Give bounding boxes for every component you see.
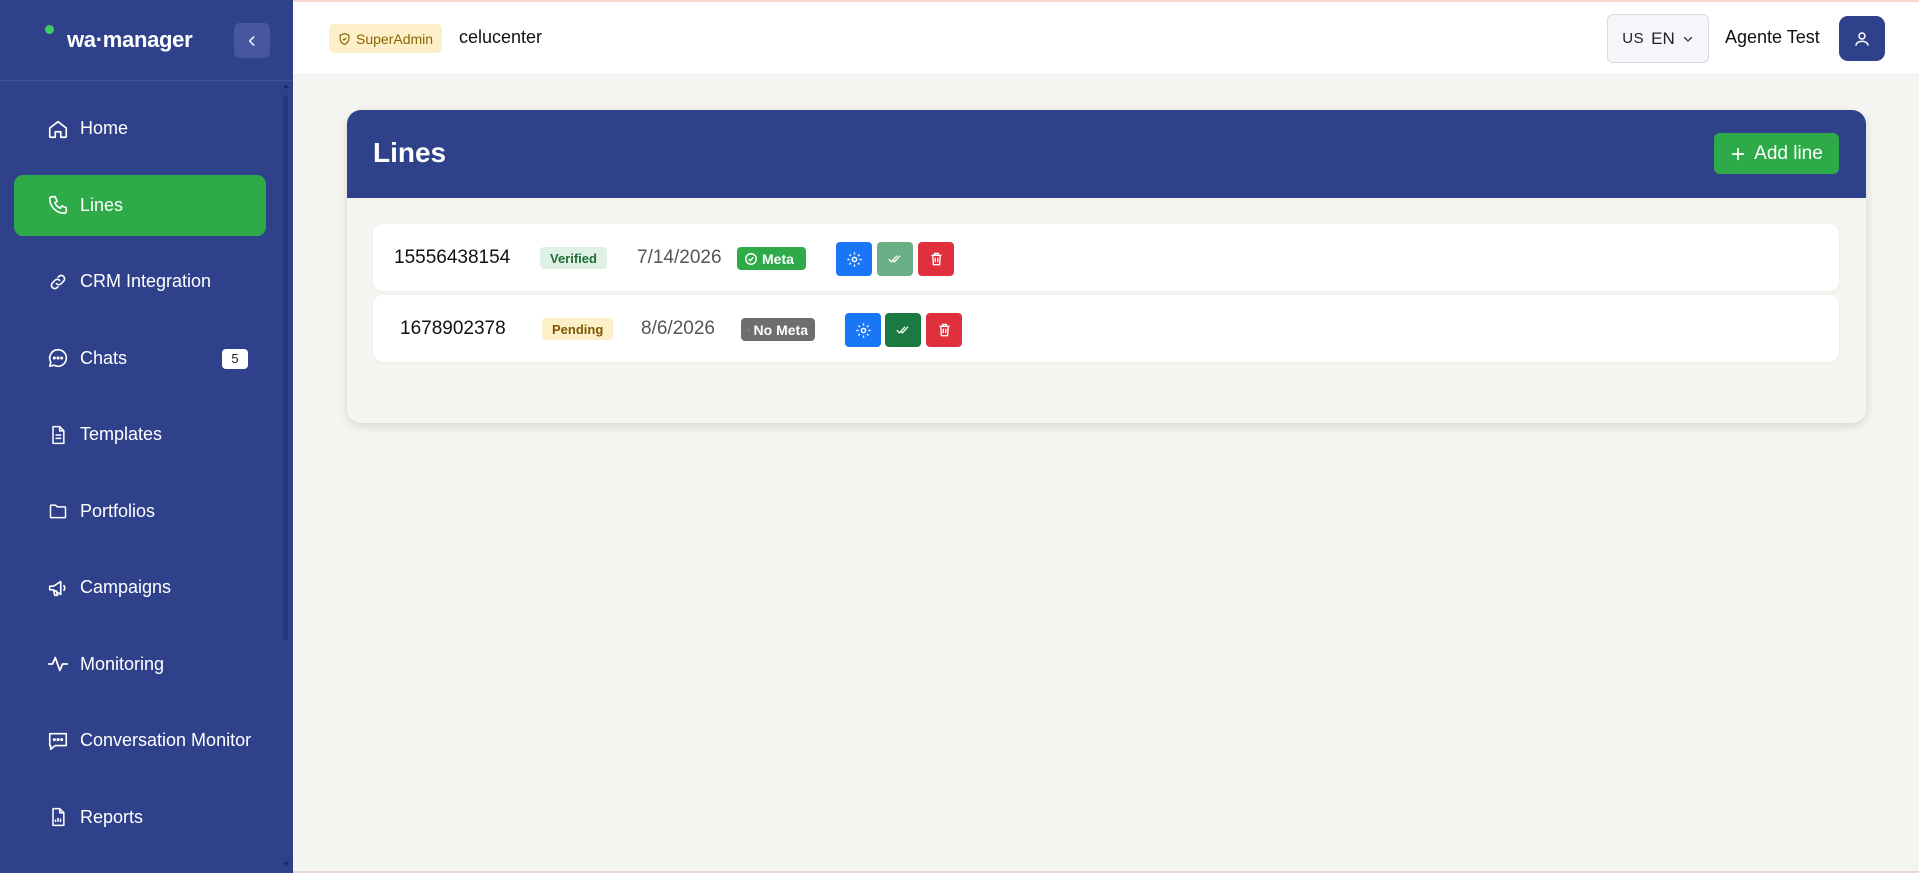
- sidebar-item-home[interactable]: Home: [14, 98, 266, 159]
- line-row: 1678902378 Pending 8/6/2026 No Meta: [373, 295, 1839, 362]
- sidebar-item-chats[interactable]: Chats 5: [14, 328, 266, 389]
- phone-icon: [46, 193, 70, 217]
- scroll-up-arrow[interactable]: [283, 84, 289, 88]
- sidebar-header: wa·manager: [0, 0, 293, 81]
- x-circle-icon: [748, 328, 750, 331]
- sidebar-item-label: Chats: [80, 347, 128, 368]
- role-badge: SuperAdmin: [329, 24, 443, 53]
- status-badge: Pending: [542, 318, 614, 340]
- provider-label: Meta: [762, 250, 794, 267]
- user-name: Agente Test: [1725, 27, 1820, 47]
- language-selector[interactable]: US EN: [1607, 14, 1709, 63]
- configure-line-button[interactable]: [836, 242, 872, 276]
- gear-icon: [855, 322, 871, 338]
- lines-card-header: Lines Add line: [347, 110, 1866, 198]
- sidebar-item-label: Reports: [80, 806, 144, 827]
- sidebar-item-campaigns[interactable]: Campaigns: [14, 557, 266, 618]
- sidebar-item-lines[interactable]: Lines: [14, 174, 266, 236]
- add-line-button[interactable]: Add line: [1714, 133, 1839, 174]
- provider-badge: Meta: [737, 247, 806, 270]
- folder-icon: [46, 499, 70, 523]
- sidebar-item-monitoring[interactable]: Monitoring: [14, 634, 266, 695]
- shield-icon: [339, 32, 350, 45]
- verify-line-button[interactable]: [877, 242, 913, 276]
- configure-line-button[interactable]: [845, 313, 881, 347]
- report-icon: [46, 805, 70, 829]
- scroll-down-arrow[interactable]: [283, 862, 289, 866]
- provider-badge: No Meta: [741, 318, 815, 341]
- chevron-down-icon: [1683, 36, 1692, 42]
- check-circle-icon: [745, 252, 757, 265]
- sidebar-item-label: Conversation Monitor: [80, 730, 252, 750]
- sidebar: wa·manager Home Lines CRM Integration Ch…: [0, 0, 293, 873]
- line-phone: 1678902378: [400, 318, 506, 339]
- user-icon: [1855, 31, 1869, 46]
- company-name: celucenter: [459, 27, 543, 47]
- sidebar-scrollbar[interactable]: [283, 95, 288, 640]
- delete-line-button[interactable]: [918, 242, 954, 276]
- sidebar-item-label: Monitoring: [80, 653, 165, 674]
- role-label: SuperAdmin: [356, 30, 434, 47]
- sidebar-item-label: Campaigns: [80, 577, 172, 597]
- logo-status-dot: [45, 25, 54, 34]
- plus-icon: [1731, 147, 1745, 160]
- collapse-sidebar-button[interactable]: [234, 23, 270, 58]
- gear-icon: [846, 251, 862, 267]
- sidebar-item-label: Templates: [80, 424, 163, 444]
- chevron-left-icon: [248, 35, 255, 46]
- top-header: SuperAdmin celucenter US EN Agente Test: [293, 2, 1919, 75]
- home-icon: [46, 117, 70, 141]
- line-date: 8/6/2026: [641, 318, 715, 339]
- trash-icon: [931, 252, 941, 266]
- sidebar-item-label: Home: [80, 118, 129, 138]
- double-check-icon: [896, 326, 909, 334]
- user-menu-button[interactable]: [1839, 16, 1885, 61]
- line-date: 7/14/2026: [637, 247, 722, 268]
- sidebar-item-crm-integration[interactable]: CRM Integration: [14, 251, 266, 312]
- delete-line-button[interactable]: [926, 313, 962, 347]
- sidebar-item-templates[interactable]: Templates: [14, 404, 266, 465]
- app-logo[interactable]: wa·manager: [67, 27, 193, 53]
- sidebar-item-label: Portfolios: [80, 500, 156, 521]
- chat-icon: [46, 346, 70, 370]
- verify-line-button[interactable]: [885, 313, 921, 347]
- activity-icon: [46, 652, 70, 676]
- trash-icon: [939, 323, 949, 337]
- sidebar-item-label: Lines: [80, 194, 124, 215]
- unread-count-badge: 5: [222, 348, 248, 369]
- status-badge: Verified: [540, 247, 607, 269]
- sidebar-item-label: CRM Integration: [80, 271, 212, 291]
- lines-card: Lines Add line 15556438154 Verified 7/14…: [347, 110, 1866, 423]
- sidebar-item-conversation-monitor[interactable]: Conversation Monitor: [14, 710, 266, 771]
- sidebar-nav: Home Lines CRM Integration Chats 5 Templ…: [14, 98, 266, 863]
- page-title: Lines: [373, 137, 447, 168]
- message-square-icon: [46, 729, 70, 753]
- megaphone-icon: [46, 576, 70, 600]
- line-phone: 15556438154: [394, 247, 511, 268]
- add-line-label: Add line: [1754, 142, 1823, 164]
- provider-label: No Meta: [753, 321, 808, 338]
- flag-icon: US: [1622, 30, 1645, 47]
- double-check-icon: [888, 255, 901, 263]
- line-row: 15556438154 Verified 7/14/2026 Meta: [373, 224, 1839, 291]
- sidebar-item-portfolios[interactable]: Portfolios: [14, 481, 266, 542]
- language-code: EN: [1651, 28, 1675, 48]
- sidebar-item-reports[interactable]: Reports: [14, 787, 266, 848]
- document-icon: [46, 423, 70, 447]
- link-icon: [46, 270, 70, 294]
